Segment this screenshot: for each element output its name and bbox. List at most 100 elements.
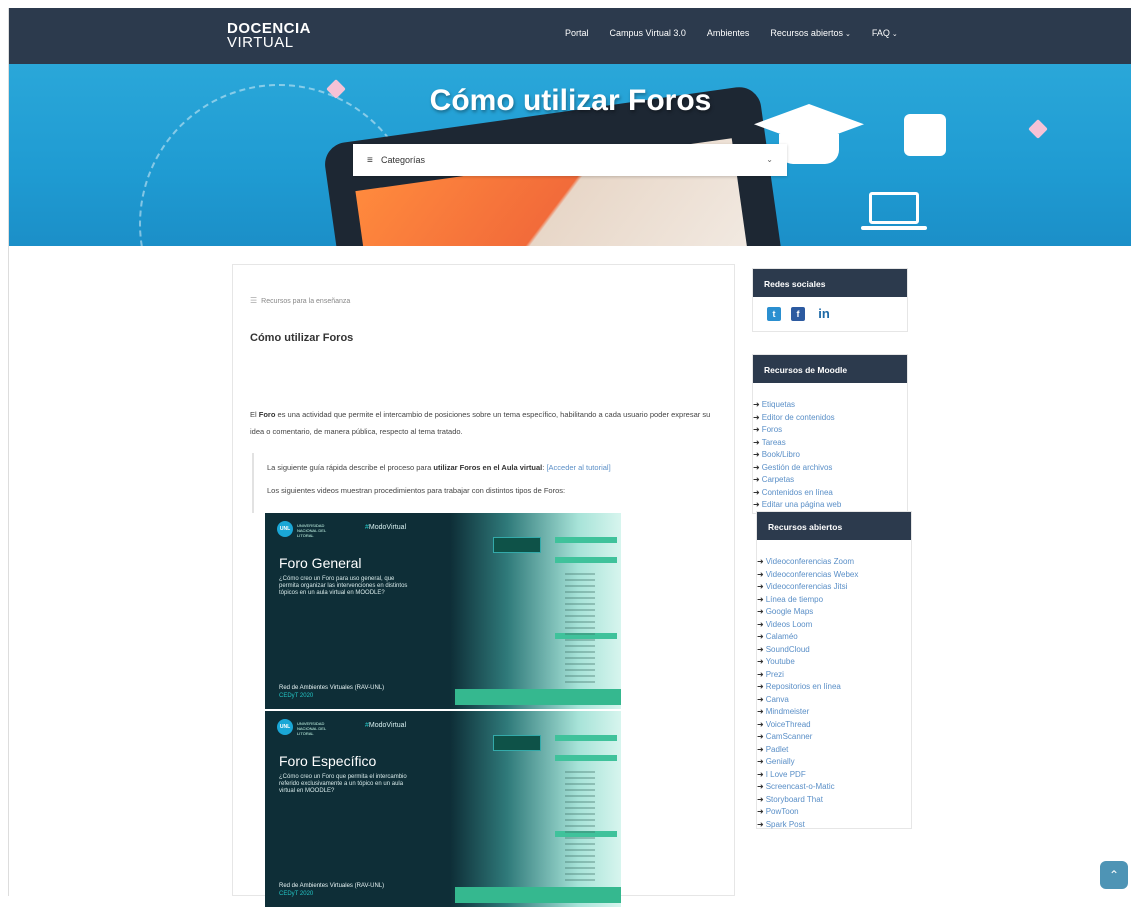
list-item[interactable]: ➜ Editor de contenidos — [753, 412, 841, 425]
post-card: ☰ Recursos para la enseñanza Cómo utiliza… — [232, 264, 735, 907]
widget-title: Redes sociales — [753, 269, 907, 297]
chevron-down-icon: ⌄ — [766, 155, 773, 164]
nav-faq[interactable]: FAQ ⌄ — [872, 28, 898, 38]
list-item[interactable]: ➜ Editar una página web — [753, 499, 841, 512]
list-item-label: Tareas — [761, 437, 786, 447]
arrow-right-icon: ➜ — [757, 644, 764, 654]
social-widget: Redes sociales t f in — [752, 268, 908, 332]
list-item[interactable]: ➜ VoiceThread — [757, 719, 858, 732]
mockup-footer — [455, 689, 621, 705]
page-frame: DOCENCIA VIRTUAL Portal Campus Virtual 3… — [8, 8, 1131, 907]
video-description: ¿Cómo creo un Foro que permita el interc… — [279, 774, 407, 794]
list-item[interactable]: ➜ Google Maps — [757, 606, 858, 619]
video-foro-general[interactable]: UNL UNIVERSIDAD NACIONAL DEL LITORAL #Mo… — [265, 513, 621, 709]
arrow-right-icon: ➜ — [757, 669, 764, 679]
list-item[interactable]: ➜ Videoconferencias Zoom — [757, 556, 858, 569]
list-item-label: Foros — [761, 425, 783, 434]
list-item[interactable]: ➜ Book/Libro — [753, 449, 841, 462]
arrow-right-icon: ➜ — [753, 475, 760, 484]
laptop-base-decoration — [861, 226, 927, 230]
list-item-label: Videos Loom — [765, 619, 813, 629]
arrow-right-icon: ➜ — [753, 400, 760, 409]
arrow-right-icon: ➜ — [757, 757, 764, 766]
arrow-right-icon: ➜ — [757, 707, 764, 716]
list-item-label: Videoconferencias Jitsi — [765, 582, 848, 591]
mockup-bar — [555, 755, 617, 761]
list-item[interactable]: ➜ Línea de tiempo — [757, 594, 858, 607]
logo-line-2: VIRTUAL — [227, 34, 294, 51]
twitter-icon[interactable]: t — [767, 307, 781, 321]
list-item[interactable]: ➜ Calaméo — [757, 631, 858, 644]
list-item[interactable]: ➜ Genially — [757, 756, 858, 769]
list-item[interactable]: ➜ I Love PDF — [757, 769, 858, 782]
list-item[interactable]: ➜ Carpetas — [753, 474, 841, 487]
nav-portal[interactable]: Portal — [565, 28, 589, 38]
list-item[interactable]: ➜ Contenidos en línea — [753, 487, 841, 500]
list-item-label: Canva — [765, 694, 789, 704]
list-item-label: Carpetas — [761, 475, 795, 484]
list-item[interactable]: ➜ Gestión de archivos — [753, 462, 841, 475]
arrow-right-icon: ➜ — [757, 719, 764, 729]
list-item[interactable]: ➜ Videoconferencias Jitsi — [757, 581, 858, 594]
unl-logo: UNL — [277, 719, 293, 735]
linkedin-icon[interactable]: in — [815, 307, 833, 321]
list-item[interactable]: ➜ Spark Post — [757, 819, 858, 832]
list-item[interactable]: ➜ SoundCloud — [757, 644, 858, 657]
list-item[interactable]: ➜ Mindmeister — [757, 706, 858, 719]
video-footer-year: CEDyT 2020 — [279, 891, 314, 897]
list-item-label: Etiquetas — [761, 400, 796, 409]
list-item[interactable]: ➜ Tareas — [753, 437, 841, 450]
list-item[interactable]: ➜ Storyboard That — [757, 794, 858, 807]
list-item[interactable]: ➜ Youtube — [757, 656, 858, 669]
mockup-bar — [555, 557, 617, 563]
nav-recursos-abiertos[interactable]: Recursos abiertos ⌄ — [770, 28, 850, 38]
open-resources-widget: Recursos abiertos ➜ Videoconferencias Zoo… — [756, 511, 912, 829]
list-item-label: Mindmeister — [765, 707, 810, 716]
laptop-icon — [869, 192, 919, 224]
arrow-right-icon: ➜ — [753, 425, 760, 434]
nav-ambientes[interactable]: Ambientes — [707, 28, 750, 38]
arrow-right-icon: ➜ — [753, 450, 760, 459]
facebook-icon[interactable]: f — [791, 307, 805, 321]
categories-dropdown[interactable]: ≡ Categorías ⌄ — [353, 144, 787, 176]
moodle-resources-widget: Recursos de Moodle ➜ Etiquetas ➜ Editor de … — [752, 354, 908, 514]
list-item-label: Book/Libro — [761, 450, 800, 459]
list-item[interactable]: ➜ Videoconferencias Webex — [757, 569, 858, 582]
hamburger-icon: ≡ — [367, 155, 373, 166]
list-item[interactable]: ➜ Padlet — [757, 744, 858, 757]
site-logo[interactable]: DOCENCIA VIRTUAL — [227, 21, 311, 51]
video-foro-especifico[interactable]: UNL UNIVERSIDAD NACIONAL DEL LITORAL #Mo… — [265, 711, 621, 907]
list-item[interactable]: ➜ Screencast-o-Matic — [757, 781, 858, 794]
list-icon: ☰ — [250, 296, 258, 305]
list-item[interactable]: ➜ CamScanner — [757, 731, 858, 744]
arrow-right-icon: ➜ — [757, 632, 764, 641]
graduation-cap-base — [779, 134, 839, 164]
list-item[interactable]: ➜ Repositorios en línea — [757, 681, 858, 694]
list-item-label: Prezi — [765, 669, 784, 679]
list-item[interactable]: ➜ Videos Loom — [757, 619, 858, 632]
list-item[interactable]: ➜ Foros — [753, 424, 841, 437]
arrow-right-icon: ➜ — [757, 807, 764, 816]
social-icons: t f in — [767, 307, 833, 321]
arrow-right-icon: ➜ — [757, 619, 764, 629]
list-item[interactable]: ➜ Canva — [757, 694, 858, 707]
list-item-label: Genially — [765, 757, 795, 766]
tutorial-link[interactable]: [Acceder al tutorial] — [546, 463, 610, 472]
list-item[interactable]: ➜ Etiquetas — [753, 399, 841, 412]
scroll-to-top-button[interactable]: ⌃ — [1100, 861, 1128, 889]
mockup-bar — [555, 735, 617, 741]
list-item-label: CamScanner — [765, 732, 813, 741]
list-item[interactable]: ➜ Prezi — [757, 669, 858, 682]
arrow-right-icon: ➜ — [753, 412, 760, 422]
arrow-right-icon: ➜ — [757, 794, 764, 804]
mockup-lines — [565, 573, 595, 683]
arrow-right-icon: ➜ — [757, 682, 764, 691]
arrow-right-icon: ➜ — [757, 769, 764, 779]
arrow-right-icon: ➜ — [757, 744, 764, 754]
nav-campus-virtual[interactable]: Campus Virtual 3.0 — [610, 28, 686, 38]
list-item[interactable]: ➜ PowToon — [757, 806, 858, 819]
guide-line: La siguiente guía rápida describe el pro… — [267, 463, 611, 472]
list-item-label: Padlet — [765, 744, 789, 754]
post-title: Cómo utilizar Foros — [250, 332, 354, 344]
breadcrumb[interactable]: ☰ Recursos para la enseñanza — [250, 296, 350, 305]
